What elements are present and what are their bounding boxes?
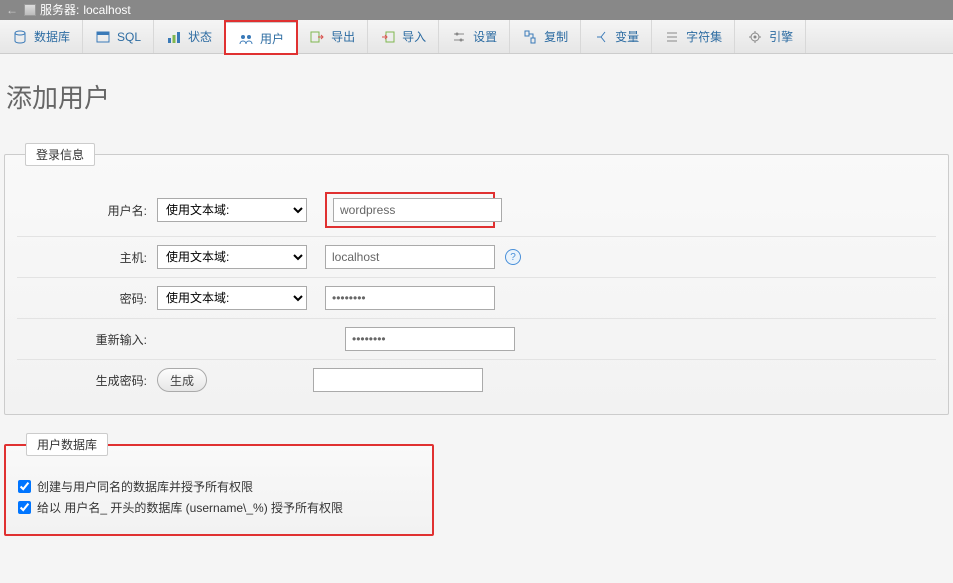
top-tabs: 数据库 SQL 状态 用户 导出 导入 设置 [0,20,953,54]
tab-replication-label: 复制 [544,28,568,45]
tab-export[interactable]: 导出 [297,20,368,53]
opt-create-same-db-label: 创建与用户同名的数据库并授予所有权限 [37,478,253,495]
username-mode-select[interactable]: 使用文本域: [157,198,307,222]
replication-icon [522,29,538,45]
page-title: 添加用户 [6,78,953,115]
host-mode-select[interactable]: 使用文本域: [157,245,307,269]
server-breadcrumb: ← 服务器: localhost [0,0,953,20]
tab-charsets[interactable]: 字符集 [652,20,735,53]
host-input[interactable] [325,245,495,269]
server-host: localhost [83,0,130,20]
tab-engines-label: 引擎 [769,28,793,45]
tab-users[interactable]: 用户 [225,21,297,54]
row-genpass: 生成密码: 生成 [17,359,936,400]
tab-sql[interactable]: SQL [83,20,154,53]
tab-settings[interactable]: 设置 [439,20,510,53]
tab-import[interactable]: 导入 [368,20,439,53]
variables-icon [593,29,609,45]
tab-database[interactable]: 数据库 [0,20,83,53]
settings-icon [451,29,467,45]
login-info-legend: 登录信息 [25,143,95,166]
host-label: 主机: [17,249,157,266]
tab-users-label: 用户 [260,30,284,47]
opt-prefix-db[interactable]: 给以 用户名_ 开头的数据库 (username\_%) 授予所有权限 [18,499,420,516]
username-label: 用户名: [17,202,157,219]
status-icon [166,29,182,45]
tab-charsets-label: 字符集 [686,28,722,45]
opt-create-same-db-checkbox[interactable] [18,480,31,493]
database-icon [12,29,28,45]
row-password: 密码: 使用文本域: [17,277,936,318]
row-host: 主机: 使用文本域: ? [17,236,936,277]
tab-replication[interactable]: 复制 [510,20,581,53]
breadcrumb-arrow-icon: ← [6,0,18,20]
tab-status[interactable]: 状态 [154,20,225,53]
generate-password-button[interactable]: 生成 [157,368,207,392]
engines-icon [747,29,763,45]
tab-sql-label: SQL [117,30,141,44]
export-icon [309,29,325,45]
opt-prefix-db-checkbox[interactable] [18,501,31,514]
opt-prefix-db-label: 给以 用户名_ 开头的数据库 (username\_%) 授予所有权限 [37,499,343,516]
row-username: 用户名: 使用文本域: [17,184,936,236]
tab-variables-label: 变量 [615,28,639,45]
password-mode-select[interactable]: 使用文本域: [157,286,307,310]
password-label: 密码: [17,290,157,307]
genpass-label: 生成密码: [17,372,157,389]
tab-settings-label: 设置 [473,28,497,45]
login-info-panel: 登录信息 用户名: 使用文本域: 主机: 使用文本域: [4,143,949,415]
tab-import-label: 导入 [402,28,426,45]
password2-input[interactable] [345,327,515,351]
password2-label: 重新输入: [17,331,157,348]
generated-password-output[interactable] [313,368,483,392]
username-input[interactable] [333,198,502,222]
tab-engines[interactable]: 引擎 [735,20,806,53]
import-icon [380,29,396,45]
tab-export-label: 导出 [331,28,355,45]
opt-create-same-db[interactable]: 创建与用户同名的数据库并授予所有权限 [18,478,420,495]
server-prefix: 服务器: [40,0,79,20]
charsets-icon [664,29,680,45]
tab-database-label: 数据库 [34,28,70,45]
help-icon[interactable]: ? [505,249,521,265]
row-password2: 重新输入: [17,318,936,359]
tab-status-label: 状态 [188,28,212,45]
user-database-panel: 用户数据库 创建与用户同名的数据库并授予所有权限 给以 用户名_ 开头的数据库 … [4,433,434,536]
users-icon [238,31,254,47]
tab-variables[interactable]: 变量 [581,20,652,53]
server-icon [24,4,36,16]
password-input[interactable] [325,286,495,310]
user-database-legend: 用户数据库 [26,433,108,456]
sql-icon [95,29,111,45]
